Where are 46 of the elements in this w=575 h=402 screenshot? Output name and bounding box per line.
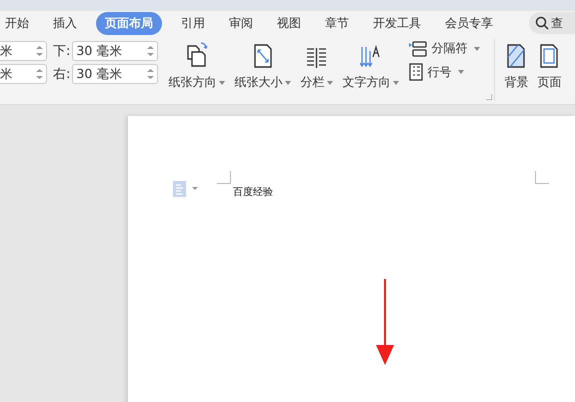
- columns-icon: [306, 47, 328, 69]
- paragraph-icon[interactable]: [173, 181, 199, 197]
- search-field[interactable]: 查: [529, 12, 575, 34]
- spinner-icon[interactable]: [147, 68, 154, 80]
- field-label: 右:: [53, 66, 70, 83]
- ribbon-button[interactable]: 纸张方向: [168, 39, 226, 91]
- ribbon-tab[interactable]: 审阅: [224, 12, 258, 34]
- spinner-icon[interactable]: [36, 45, 43, 57]
- hatched-page-icon: [506, 43, 526, 69]
- caret-icon: [219, 80, 226, 84]
- caret-icon: [474, 46, 480, 50]
- text-direction-icon: [360, 45, 382, 69]
- spinner-icon[interactable]: [147, 45, 154, 57]
- ribbon-tab[interactable]: 引用: [176, 12, 210, 34]
- ribbon-tab[interactable]: 插入: [48, 12, 82, 34]
- caret-icon: [285, 80, 292, 84]
- search-icon: [535, 16, 549, 30]
- line-numbers-icon: [409, 63, 424, 81]
- ribbon-tab[interactable]: 会员专享: [440, 12, 498, 34]
- margin-input[interactable]: 30 毫米: [72, 41, 158, 61]
- page-break-icon: [409, 40, 428, 56]
- page-resize-icon: [252, 43, 273, 69]
- document-text: 百度经验: [233, 186, 273, 199]
- ribbon-tab[interactable]: 开始: [0, 12, 34, 34]
- ribbon-tab[interactable]: 开发工具: [368, 12, 426, 34]
- ribbon-button[interactable]: 分栏: [300, 39, 334, 91]
- dialog-launcher-icon[interactable]: [486, 94, 492, 100]
- field-label: 下:: [53, 43, 70, 60]
- ribbon-button[interactable]: 文字方向: [342, 39, 400, 91]
- caret-icon: [458, 70, 464, 74]
- page-frame-icon: [539, 43, 560, 69]
- margin-input[interactable]: 30 毫米: [72, 64, 158, 84]
- margin-corner-mark: [535, 171, 549, 184]
- ribbon-tab[interactable]: 章节: [320, 12, 354, 34]
- margin-corner-mark: [217, 171, 231, 184]
- spinner-icon[interactable]: [36, 68, 43, 80]
- ribbon-button[interactable]: 页面: [537, 39, 562, 91]
- ribbon-button[interactable]: 分隔符: [407, 39, 482, 58]
- ribbon-button[interactable]: 纸张大小: [234, 39, 292, 91]
- margin-input[interactable]: 米: [0, 64, 47, 84]
- margin-input[interactable]: 米: [0, 41, 47, 61]
- ribbon-button[interactable]: 行号: [407, 62, 482, 82]
- caret-icon: [327, 80, 334, 84]
- ribbon-tab[interactable]: 视图: [272, 12, 306, 34]
- ribbon-button[interactable]: 背景: [504, 39, 528, 91]
- caret-icon: [393, 80, 400, 84]
